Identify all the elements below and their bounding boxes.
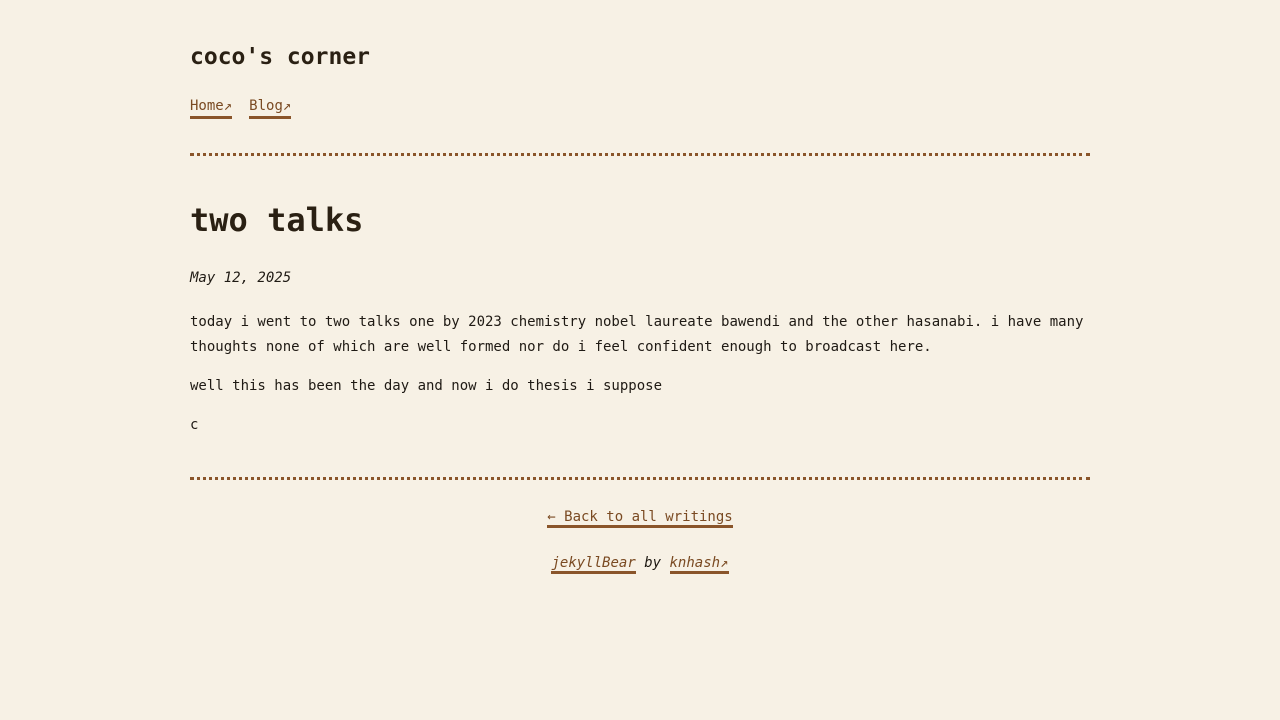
credit-by-text: by	[644, 555, 662, 571]
bottom-divider	[190, 477, 1090, 480]
nav-home-link[interactable]: Home↗	[190, 96, 233, 119]
post-date: May 12, 2025	[190, 270, 292, 286]
post-body: today i went to two talks one by 2023 ch…	[190, 310, 1090, 452]
post-title: two talks	[190, 201, 364, 239]
site-title: coco's corner	[190, 44, 371, 70]
footer-credit: jekyllBear by knhash↗	[190, 553, 1090, 574]
main-nav: Home↗ Blog↗	[190, 96, 292, 119]
back-to-writings-link[interactable]: ← Back to all writings	[547, 509, 733, 528]
nav-blog-link[interactable]: Blog↗	[249, 96, 292, 119]
theme-credit-link[interactable]: jekyllBear	[551, 555, 636, 574]
post-paragraph: today i went to two talks one by 2023 ch…	[190, 314, 1084, 355]
author-credit-link[interactable]: knhash↗	[669, 555, 729, 574]
top-divider	[190, 153, 1090, 156]
post-paragraph: c	[190, 417, 199, 433]
back-link-row: ← Back to all writings	[190, 507, 1090, 528]
post-paragraph: well this has been the day and now i do …	[190, 378, 663, 394]
